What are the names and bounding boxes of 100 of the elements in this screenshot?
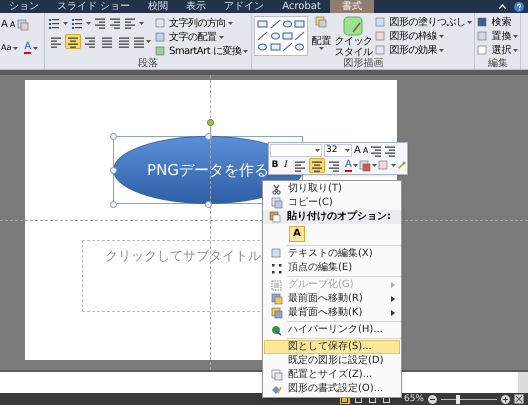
italic-button[interactable]: I (281, 161, 291, 170)
resize-handle[interactable] (205, 133, 212, 140)
arrange-button[interactable]: 配置 (311, 16, 332, 58)
shape-gallery[interactable] (254, 16, 308, 56)
font-color-button[interactable]: A (24, 42, 32, 54)
caret-icon (352, 164, 358, 167)
caret-icon (467, 21, 472, 24)
fit-window-icon[interactable] (514, 394, 524, 404)
resize-handle[interactable] (110, 167, 117, 174)
shape-format-command[interactable]: 図形の枠線 (375, 30, 472, 43)
caret-icon (345, 149, 350, 152)
menu-item[interactable]: ハイパーリンク(H)... (264, 323, 400, 337)
shape-format-command[interactable]: 図形の塗りつぶし (375, 16, 472, 29)
ribbon-tab[interactable]: Acrobat (273, 0, 330, 13)
caret-icon (218, 36, 224, 39)
paragraph-command[interactable]: SmartArt に変換 (155, 45, 248, 58)
editing-command[interactable]: 選択 (477, 44, 518, 57)
group-label: 編集 (486, 58, 509, 69)
resize-handle[interactable] (110, 133, 117, 140)
shape-format-command[interactable]: 図形の効果 (375, 44, 472, 57)
font-color-button[interactable]: A (345, 160, 352, 172)
editing-command[interactable]: 検索 (477, 16, 518, 29)
grow-font-button[interactable]: A (354, 146, 361, 156)
shape-icon (294, 19, 306, 29)
shrink-font-button[interactable]: A (362, 146, 368, 154)
menu-item[interactable]: 図として保存(S)... (264, 340, 400, 354)
caret-icon (438, 49, 444, 52)
bold-button[interactable]: B (270, 161, 280, 170)
shape-icon (294, 42, 306, 52)
send-back-icon (270, 307, 282, 319)
ribbon-tab[interactable]: 書式 (330, 0, 374, 13)
format-painter-icon[interactable] (396, 160, 406, 171)
shape-icon (257, 19, 268, 29)
paste-option-button[interactable]: A (289, 226, 305, 242)
ribbon-tab[interactable]: スライド ショー (48, 0, 140, 13)
zoom-in-icon[interactable] (501, 394, 510, 404)
collapse-ribbon-icon[interactable] (499, 4, 506, 9)
resize-handle[interactable] (110, 201, 117, 208)
shape-icon (294, 30, 306, 41)
scrollbar[interactable] (518, 372, 528, 393)
columns-icon (133, 36, 145, 48)
group-icon (271, 280, 282, 290)
menu-item[interactable]: 既定の図形に設定(D) (264, 354, 400, 368)
shape-icon (270, 30, 281, 41)
align-button[interactable] (65, 34, 81, 49)
caret-icon (63, 22, 68, 24)
menu-item[interactable]: 配置とサイズ(Z)... (264, 368, 400, 382)
quick-style-icon (343, 16, 364, 36)
align-icon (67, 36, 79, 48)
zoom-slider[interactable] (441, 394, 497, 404)
editing-command[interactable]: 置換 (477, 30, 518, 43)
caret-icon (513, 49, 518, 52)
placeholder-text: クリックしてサブタイトル (105, 249, 261, 264)
scissors-icon (271, 184, 282, 194)
group-label: 図形描画 (342, 58, 384, 69)
menu-section-header: 貼り付けのオプション: (287, 212, 391, 222)
globe-icon (271, 324, 282, 336)
caret-icon (315, 149, 320, 152)
align-icon (118, 36, 130, 48)
zoom-out-icon[interactable] (428, 394, 437, 404)
ribbon-tab[interactable]: 表示 (177, 0, 216, 13)
caret-icon (146, 40, 151, 43)
shape-text: PNGデータを作る (147, 160, 269, 181)
format-shape-icon (271, 384, 282, 394)
paragraph-command[interactable]: 文字列の方向 (155, 17, 248, 30)
shape-icon (270, 19, 281, 29)
grow-font-button[interactable]: A (1, 20, 8, 30)
caret-icon (438, 35, 444, 38)
align-button[interactable] (309, 158, 325, 173)
caret-icon (228, 22, 233, 25)
shape-icon (282, 42, 293, 52)
line-spacing-icon (124, 17, 136, 29)
submenu-arrow-icon (391, 282, 395, 288)
shape-icon (257, 42, 268, 52)
submenu-arrow-icon (391, 296, 395, 302)
paragraph-command[interactable]: 文字の配置 (155, 31, 248, 44)
shape-icon (282, 19, 293, 29)
font-name-field[interactable] (270, 144, 322, 157)
ribbon-tab[interactable]: アドイン (215, 0, 274, 13)
ribbon-tab[interactable]: ション (0, 0, 48, 13)
arrange-icon (315, 16, 328, 28)
font-size-field[interactable]: 32 (324, 144, 352, 157)
help-icon[interactable] (514, 2, 524, 12)
caret-icon (13, 46, 18, 50)
shrink-font-button[interactable]: A (10, 21, 16, 29)
bring-front-icon (270, 293, 282, 305)
numbering-icon (71, 17, 83, 29)
change-case-button[interactable]: Aa (1, 44, 12, 52)
increase-indent-icon (384, 144, 396, 156)
ribbon-tab[interactable]: 校閲 (139, 0, 178, 13)
caret-icon (243, 50, 248, 53)
quick-style-button[interactable]: クイック スタイル (334, 16, 372, 58)
zoom-slider-thumb[interactable] (456, 394, 460, 404)
caret-icon (390, 164, 396, 167)
menu-item[interactable]: 図形の書式設定(O)... (264, 382, 400, 396)
align-icon (311, 160, 323, 172)
edit-points-icon (271, 262, 282, 274)
align-icon (101, 36, 113, 48)
shape-icon (270, 42, 281, 52)
bullets-icon (48, 17, 60, 29)
